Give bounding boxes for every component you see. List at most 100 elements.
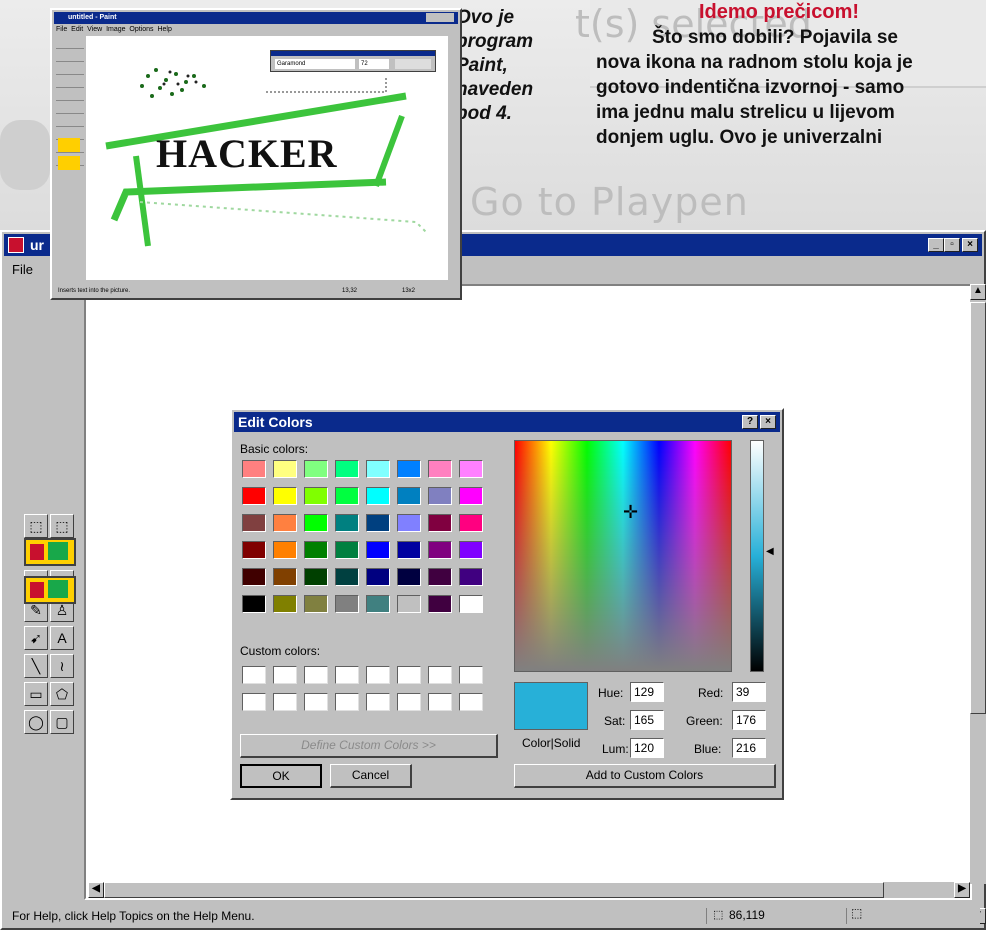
basic-color-swatch[interactable] — [366, 541, 390, 559]
luminance-bar[interactable] — [750, 440, 764, 672]
custom-color-swatch[interactable] — [428, 666, 452, 684]
custom-color-swatch[interactable] — [242, 693, 266, 711]
line-icon[interactable]: ╲ — [24, 654, 48, 678]
basic-color-swatch[interactable] — [366, 514, 390, 532]
custom-color-swatch[interactable] — [459, 693, 483, 711]
custom-color-swatch[interactable] — [428, 693, 452, 711]
basic-color-swatch[interactable] — [366, 487, 390, 505]
horizontal-scrollbar[interactable]: ◀ ▶ — [88, 882, 970, 898]
airbrush-icon[interactable]: ➹ — [24, 626, 48, 650]
basic-color-swatch[interactable] — [242, 460, 266, 478]
basic-color-swatch[interactable] — [335, 595, 359, 613]
rounded-rectangle-icon[interactable]: ▢ — [50, 710, 74, 734]
basic-color-swatch[interactable] — [366, 568, 390, 586]
basic-color-swatch[interactable] — [304, 487, 328, 505]
rectangle-icon[interactable]: ▭ — [24, 682, 48, 706]
help-icon[interactable]: ? — [742, 415, 758, 429]
maximize-icon[interactable]: ▫ — [944, 238, 960, 252]
basic-color-swatch[interactable] — [273, 460, 297, 478]
basic-color-swatch[interactable] — [459, 514, 483, 532]
custom-color-swatch[interactable] — [397, 693, 421, 711]
basic-color-swatch[interactable] — [242, 514, 266, 532]
custom-color-swatch[interactable] — [273, 666, 297, 684]
basic-color-swatch[interactable] — [366, 595, 390, 613]
custom-color-swatch[interactable] — [242, 666, 266, 684]
basic-color-swatch[interactable] — [428, 541, 452, 559]
basic-color-swatch[interactable] — [304, 514, 328, 532]
inset-menu-item[interactable]: File — [56, 26, 67, 33]
custom-color-swatch[interactable] — [459, 666, 483, 684]
font-name-select[interactable]: Garamond — [275, 59, 355, 69]
basic-color-swatch[interactable] — [428, 487, 452, 505]
inset-menu-item[interactable]: View — [87, 26, 102, 33]
color-mode-option-2[interactable] — [24, 576, 76, 604]
menu-file[interactable]: File — [12, 262, 33, 277]
cancel-button[interactable]: Cancel — [330, 764, 412, 788]
basic-color-swatch[interactable] — [397, 514, 421, 532]
font-size-select[interactable]: 72 — [359, 59, 389, 69]
basic-color-swatch[interactable] — [273, 568, 297, 586]
red-field[interactable]: 39 — [732, 682, 766, 702]
add-to-custom-colors-button[interactable]: Add to Custom Colors — [514, 764, 776, 788]
basic-color-swatch[interactable] — [335, 487, 359, 505]
vertical-scrollbar[interactable]: ▲ ▼ — [970, 284, 986, 924]
basic-color-swatch[interactable] — [242, 568, 266, 586]
h-scroll-thumb[interactable] — [104, 882, 884, 898]
custom-color-swatch[interactable] — [335, 666, 359, 684]
color-mode-option-1[interactable] — [24, 538, 76, 566]
custom-color-swatch[interactable] — [335, 693, 359, 711]
basic-color-swatch[interactable] — [304, 595, 328, 613]
basic-color-swatch[interactable] — [335, 514, 359, 532]
basic-color-swatch[interactable] — [428, 595, 452, 613]
polygon-icon[interactable]: ⬠ — [50, 682, 74, 706]
basic-color-swatch[interactable] — [459, 460, 483, 478]
custom-color-swatch[interactable] — [304, 693, 328, 711]
lum-field[interactable]: 120 — [630, 738, 664, 758]
custom-color-swatch[interactable] — [397, 666, 421, 684]
custom-color-swatch[interactable] — [304, 666, 328, 684]
basic-color-swatch[interactable] — [459, 595, 483, 613]
basic-color-swatch[interactable] — [273, 541, 297, 559]
basic-color-swatch[interactable] — [428, 460, 452, 478]
hue-field[interactable]: 129 — [630, 682, 664, 702]
basic-color-swatch[interactable] — [397, 568, 421, 586]
basic-color-swatch[interactable] — [428, 568, 452, 586]
basic-color-swatch[interactable] — [273, 487, 297, 505]
basic-color-swatch[interactable] — [335, 541, 359, 559]
luminance-arrow-icon[interactable]: ◀ — [766, 546, 774, 557]
inset-menu-item[interactable]: Image — [106, 26, 125, 33]
green-field[interactable]: 176 — [732, 710, 766, 730]
close-icon[interactable]: × — [962, 238, 978, 252]
color-spectrum[interactable]: ✛ — [514, 440, 732, 672]
basic-color-swatch[interactable] — [459, 541, 483, 559]
basic-color-swatch[interactable] — [366, 460, 390, 478]
font-style-buttons[interactable] — [395, 59, 431, 69]
select-icon[interactable]: ⬚ — [50, 514, 74, 538]
basic-color-swatch[interactable] — [397, 541, 421, 559]
ellipse-icon[interactable]: ◯ — [24, 710, 48, 734]
blue-field[interactable]: 216 — [732, 738, 766, 758]
basic-color-swatch[interactable] — [242, 541, 266, 559]
basic-color-swatch[interactable] — [397, 460, 421, 478]
scroll-thumb[interactable] — [970, 302, 986, 714]
basic-color-swatch[interactable] — [273, 595, 297, 613]
free-form-select-icon[interactable]: ⬚ — [24, 514, 48, 538]
basic-color-swatch[interactable] — [304, 568, 328, 586]
inset-menu-item[interactable]: Options — [129, 26, 153, 33]
ok-button[interactable]: OK — [240, 764, 322, 788]
basic-color-swatch[interactable] — [335, 460, 359, 478]
basic-color-swatch[interactable] — [428, 514, 452, 532]
scroll-up-icon[interactable]: ▲ — [970, 284, 986, 300]
basic-color-swatch[interactable] — [459, 487, 483, 505]
basic-color-swatch[interactable] — [459, 568, 483, 586]
minimize-icon[interactable]: _ — [928, 238, 944, 252]
custom-color-swatch[interactable] — [273, 693, 297, 711]
basic-color-swatch[interactable] — [397, 487, 421, 505]
basic-color-swatch[interactable] — [273, 514, 297, 532]
inset-menu-item[interactable]: Help — [157, 26, 171, 33]
custom-color-swatch[interactable] — [366, 666, 390, 684]
inset-menu-item[interactable]: Edit — [71, 26, 83, 33]
inset-window-controls[interactable] — [426, 13, 454, 22]
basic-color-swatch[interactable] — [242, 487, 266, 505]
custom-color-swatch[interactable] — [366, 693, 390, 711]
